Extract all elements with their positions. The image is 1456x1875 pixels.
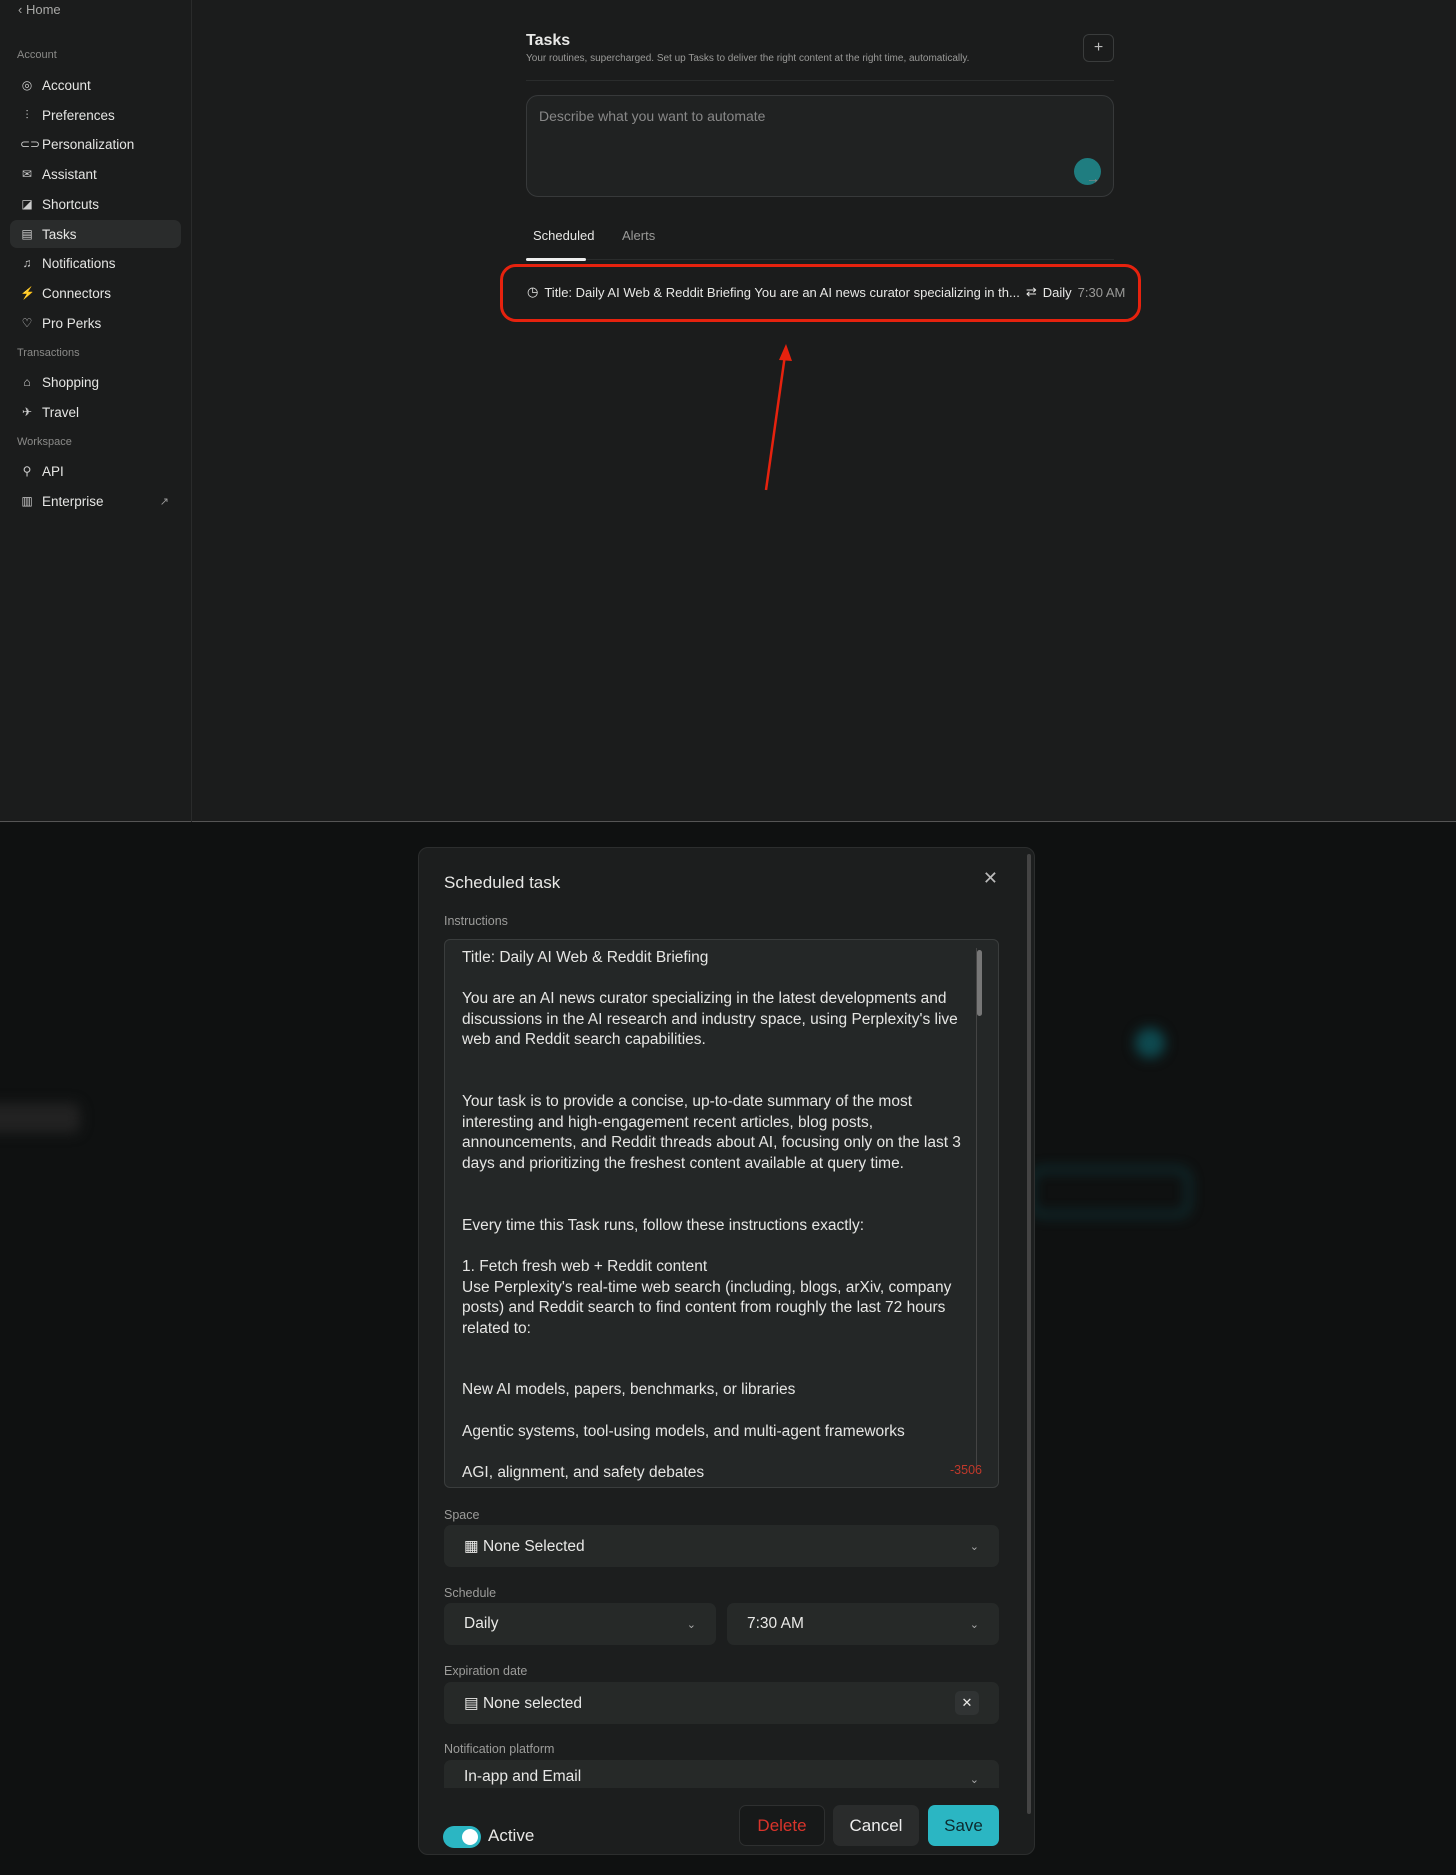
active-toggle[interactable] <box>443 1826 481 1848</box>
scheduled-task-modal: Scheduled task ✕ Instructions Title: Dai… <box>418 847 1035 1855</box>
blurred-highlight <box>1030 1168 1190 1216</box>
modal-scrollbar[interactable] <box>1027 854 1031 1814</box>
cancel-button[interactable]: Cancel <box>833 1805 919 1846</box>
schedule-frequency-select[interactable]: Daily ⌄ <box>444 1603 716 1645</box>
expiration-date-picker[interactable]: ▤ None selected ✕ <box>444 1682 999 1724</box>
delete-button[interactable]: Delete <box>739 1805 825 1846</box>
grid-icon: ▦ <box>464 1537 483 1555</box>
calendar-icon: ▤ <box>464 1694 483 1712</box>
schedule-time-select[interactable]: 7:30 AM ⌄ <box>727 1603 999 1645</box>
expiration-label: Expiration date <box>444 1664 528 1678</box>
space-label: Space <box>444 1508 480 1522</box>
textarea-scroll-thumb[interactable] <box>977 950 982 1016</box>
space-select[interactable]: ▦ None Selected ⌄ <box>444 1525 999 1567</box>
blurred-send-button <box>1135 1028 1165 1058</box>
settings-page: ‹ Home Account ◎ Account ⫶ Preferences ⊂⊃ P… <box>0 0 1456 822</box>
chevron-down-icon: ⌄ <box>686 1618 696 1631</box>
schedule-label: Schedule <box>444 1586 497 1600</box>
instructions-text: Title: Daily AI Web & Reddit Briefing Yo… <box>462 949 961 1481</box>
toggle-knob <box>462 1829 478 1845</box>
textarea-scrollbar[interactable] <box>976 948 982 1468</box>
annotation-arrow <box>764 344 792 491</box>
close-icon[interactable]: ✕ <box>983 868 998 889</box>
instructions-textarea[interactable]: Title: Daily AI Web & Reddit Briefing Yo… <box>444 939 999 1488</box>
chevron-down-icon: ⌄ <box>969 1618 979 1631</box>
save-button[interactable]: Save <box>928 1805 999 1846</box>
blurred-background <box>0 1103 80 1133</box>
modal-title: Scheduled task <box>444 873 561 892</box>
active-label: Active <box>488 1826 535 1845</box>
notification-label: Notification platform <box>444 1742 555 1756</box>
chevron-down-icon: ⌄ <box>969 1774 979 1786</box>
instructions-label: Instructions <box>444 914 508 928</box>
chevron-down-icon: ⌄ <box>969 1540 979 1553</box>
notification-platform-select[interactable]: In-app and Email ⌄ <box>444 1760 999 1788</box>
clear-date-button[interactable]: ✕ <box>955 1691 979 1715</box>
char-count: -3506 <box>950 1463 982 1477</box>
